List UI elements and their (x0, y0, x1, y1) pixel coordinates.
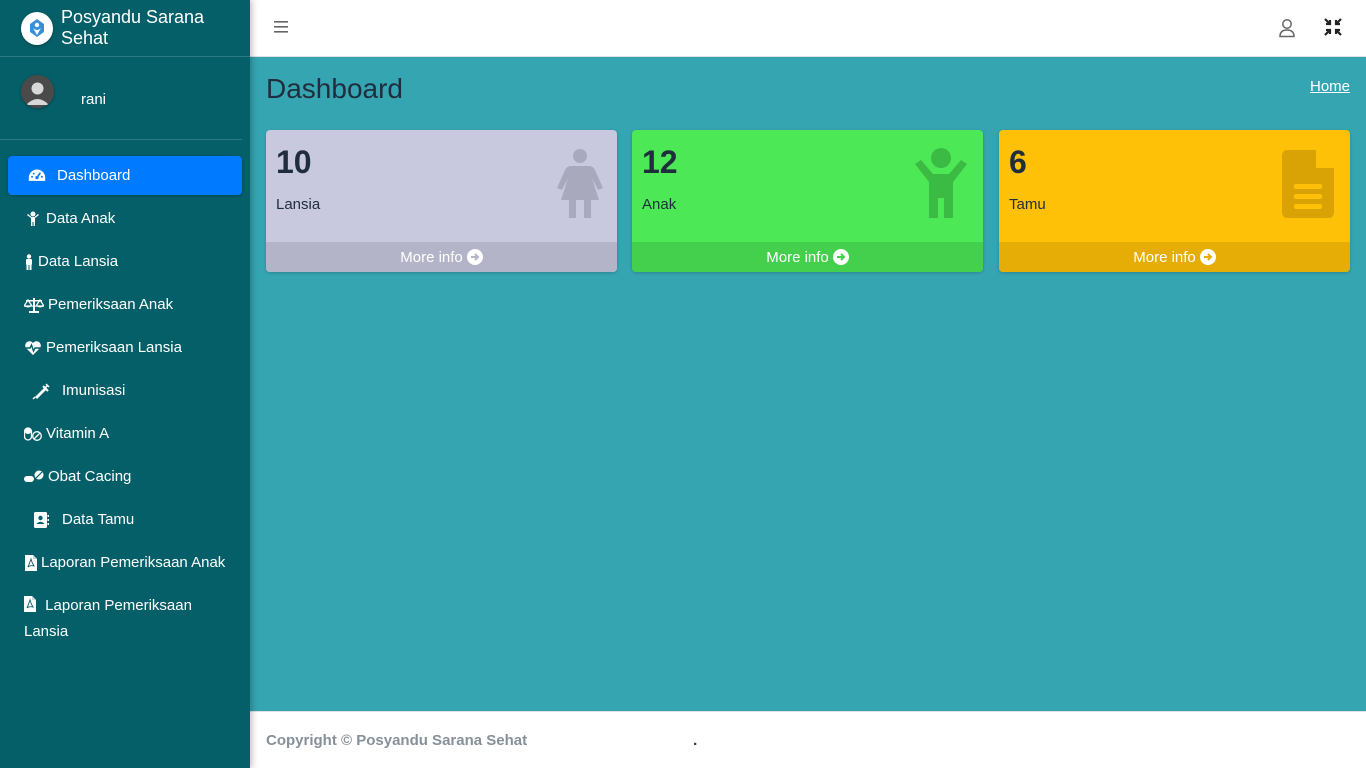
box-count: 12 (642, 144, 678, 180)
small-box-anak: 12 Anak More info (632, 130, 983, 272)
capsules-icon (24, 426, 42, 441)
footer-dot: . (693, 731, 698, 749)
sidebar-item-label: Laporan Pemeriksaan Anak (41, 554, 226, 571)
sidebar-item-label: Vitamin A (46, 425, 110, 442)
more-info-link[interactable]: More info (266, 242, 617, 272)
sidebar-nav: Dashboard Data Anak Data Lansia Pemeriks… (0, 140, 250, 644)
copyright-text: Copyright © Posyandu Sarana Sehat (266, 731, 528, 749)
sidebar-item-data-tamu[interactable]: Data Tamu (8, 500, 242, 539)
more-info-label: More info (766, 248, 829, 266)
address-book-icon (32, 511, 50, 528)
syringe-icon (32, 382, 50, 400)
person-icon (24, 253, 34, 270)
compress-icon[interactable] (1324, 18, 1342, 41)
more-info-link[interactable]: More info (632, 242, 983, 272)
box-count: 6 (1009, 144, 1027, 180)
sidebar-item-label: Imunisasi (62, 382, 126, 399)
sidebar-item-label: Data Anak (46, 210, 116, 227)
page-title: Dashboard (266, 73, 403, 104)
arrow-circle-right-icon (1199, 249, 1216, 265)
tachometer-icon (28, 167, 46, 185)
sidebar-item-laporan-pemeriksaan-lansia[interactable]: Laporan Pemeriksaan Lansia (8, 586, 242, 644)
sidebar-item-obat-cacing[interactable]: Obat Cacing (8, 457, 242, 496)
box-label: Anak (642, 196, 677, 213)
child-icon (24, 211, 42, 227)
sidebar-item-label: Data Tamu (62, 511, 135, 528)
female-icon (557, 148, 603, 225)
sidebar-item-data-lansia[interactable]: Data Lansia (8, 242, 242, 281)
breadcrumb-home-link[interactable]: Home (1310, 78, 1350, 95)
more-info-label: More info (1133, 248, 1196, 266)
file-pdf-icon (24, 596, 37, 620)
sidebar: Posyandu Sarana Sehat rani Dashboard Dat… (0, 0, 250, 768)
sidebar-item-label: Dashboard (57, 167, 131, 184)
box-count: 10 (276, 144, 312, 180)
sidebar-item-data-anak[interactable]: Data Anak (8, 199, 242, 238)
content-wrapper: Dashboard Home 10 Lansia More info 12 An… (250, 57, 1366, 711)
main-footer: Copyright © Posyandu Sarana Sehat . (250, 711, 1366, 768)
sidebar-item-pemeriksaan-lansia[interactable]: Pemeriksaan Lansia (8, 328, 242, 367)
arrow-circle-right-icon (832, 249, 849, 265)
child-icon (913, 148, 969, 225)
box-label: Lansia (276, 196, 321, 213)
user-panel[interactable]: rani (0, 57, 242, 140)
sidebar-item-label: Pemeriksaan Lansia (46, 339, 182, 356)
more-info-label: More info (400, 248, 463, 266)
sidebar-item-label: Laporan Pemeriksaan Lansia (24, 597, 192, 640)
sidebar-item-label: Data Lansia (38, 253, 119, 270)
user-name: rani (81, 90, 107, 108)
pills-icon (24, 470, 44, 484)
more-info-link[interactable]: More info (999, 242, 1350, 272)
brand-logo-icon (21, 11, 53, 45)
arrow-circle-right-icon (466, 249, 483, 265)
sidebar-item-label-wrap: Laporan Pemeriksaan Lansia (24, 594, 224, 644)
sidebar-item-label: Pemeriksaan Anak (48, 296, 174, 313)
heartbeat-icon (24, 340, 42, 356)
sidebar-item-laporan-pemeriksaan-anak[interactable]: Laporan Pemeriksaan Anak (8, 543, 242, 582)
brand-name: Posyandu Sarana Sehat (60, 7, 205, 48)
small-box-tamu: 6 Tamu More info (999, 130, 1350, 272)
file-pdf-icon (24, 554, 37, 571)
file-icon (1282, 148, 1336, 225)
user-icon[interactable] (1278, 18, 1296, 43)
hamburger-menu-icon[interactable] (274, 20, 288, 39)
box-label: Tamu (1009, 196, 1046, 213)
sidebar-item-imunisasi[interactable]: Imunisasi (8, 371, 242, 410)
sidebar-item-vitamin-a[interactable]: Vitamin A (8, 414, 242, 453)
sidebar-item-label: Obat Cacing (48, 468, 132, 485)
sidebar-item-dashboard[interactable]: Dashboard (8, 156, 242, 195)
balance-scale-icon (24, 297, 44, 313)
avatar (21, 74, 54, 108)
small-box-lansia: 10 Lansia More info (266, 130, 617, 272)
top-navbar (250, 0, 1366, 57)
brand-link[interactable]: Posyandu Sarana Sehat (0, 0, 250, 57)
sidebar-item-pemeriksaan-anak[interactable]: Pemeriksaan Anak (8, 285, 242, 324)
